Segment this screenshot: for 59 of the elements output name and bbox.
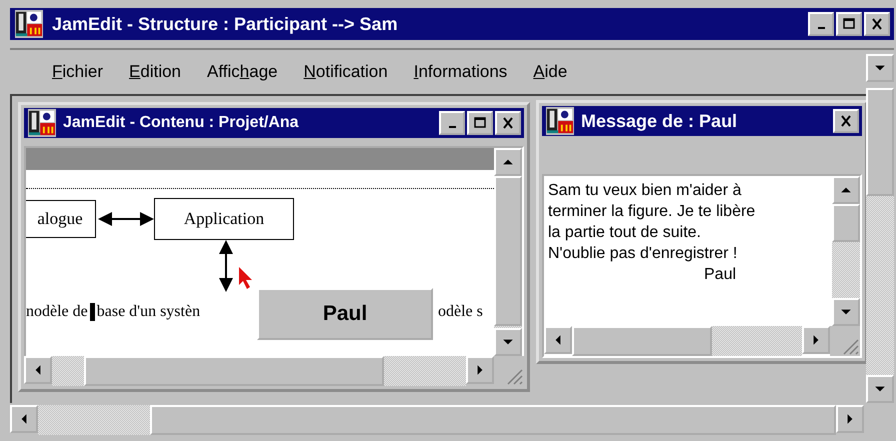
participant-popup[interactable]: Paul — [257, 288, 433, 340]
minimize-button[interactable] — [808, 12, 834, 36]
close-button[interactable] — [495, 111, 521, 135]
menu-item[interactable]: Notification — [294, 60, 398, 84]
scroll-down-button[interactable] — [866, 54, 894, 82]
menu-item[interactable]: Fichier — [42, 60, 114, 84]
scroll-right-button[interactable] — [802, 326, 830, 354]
message-field[interactable]: Sam tu veux bien m'aider à terminer la figure. Je te libère la partie tout de suite. N'oublie pas d'enregistrer ! Paul — [542, 174, 862, 358]
window-title: Message de : Paul — [581, 110, 738, 132]
diagram-node: alogue — [26, 200, 96, 238]
scroll-right-button[interactable] — [836, 405, 864, 433]
close-icon — [501, 117, 515, 129]
close-icon — [839, 115, 853, 127]
scroll-down-button[interactable] — [832, 298, 860, 326]
text-fragment: base d'un systèn — [96, 302, 200, 322]
minimize-icon — [448, 126, 456, 128]
double-arrow — [216, 240, 236, 292]
scroll-thumb[interactable] — [866, 88, 894, 196]
text-fragment: odèle s — [438, 302, 483, 322]
text-cursor — [90, 303, 95, 321]
menu-item[interactable]: Informations — [404, 60, 518, 84]
scroll-up-button[interactable] — [494, 148, 522, 176]
menu-item[interactable]: Aide — [523, 60, 578, 84]
scroll-left-button[interactable] — [544, 326, 572, 354]
scroll-down-button[interactable] — [866, 375, 894, 403]
message-line: terminer la figure. Je te libère — [548, 202, 756, 222]
app-logo-icon — [14, 10, 44, 38]
scroll-left-button[interactable] — [24, 356, 52, 384]
scroll-left-button[interactable] — [10, 405, 38, 433]
message-line: N'oublie pas d'enregistrer ! — [548, 244, 738, 264]
window-title: JamEdit - Structure : Participant --> Sam — [52, 14, 399, 34]
close-icon — [870, 18, 884, 30]
double-arrow — [98, 209, 154, 229]
app-logo-icon — [545, 107, 575, 135]
scroll-thumb[interactable] — [832, 204, 860, 242]
close-button[interactable] — [864, 12, 890, 36]
maximize-icon — [842, 18, 856, 30]
scroll-up-button[interactable] — [832, 176, 860, 204]
maximize-button[interactable] — [467, 111, 493, 135]
maximize-icon — [473, 117, 487, 129]
app-logo-icon — [27, 109, 57, 137]
close-button[interactable] — [833, 109, 859, 133]
menu-item[interactable]: Edition — [119, 60, 191, 84]
minimize-button[interactable] — [439, 111, 465, 135]
maximize-button[interactable] — [836, 12, 862, 36]
minimize-icon — [818, 27, 824, 29]
message-signature: Paul — [704, 266, 736, 283]
message-line: Sam tu veux bien m'aider à — [548, 181, 742, 201]
pointer-icon — [238, 266, 254, 290]
scroll-thumb[interactable] — [84, 356, 384, 386]
menu-item[interactable]: Affichage — [197, 60, 288, 84]
window-title: JamEdit - Contenu : Projet/Ana — [63, 114, 300, 132]
diagram-node: Application — [154, 198, 294, 240]
resize-grip-icon[interactable] — [830, 326, 860, 356]
scroll-right-button[interactable] — [466, 356, 494, 384]
text-fragment: nodèle de — [26, 302, 88, 322]
scroll-down-button[interactable] — [494, 328, 522, 356]
scroll-thumb[interactable] — [572, 326, 712, 356]
message-line: la partie tout de suite. — [548, 223, 702, 243]
